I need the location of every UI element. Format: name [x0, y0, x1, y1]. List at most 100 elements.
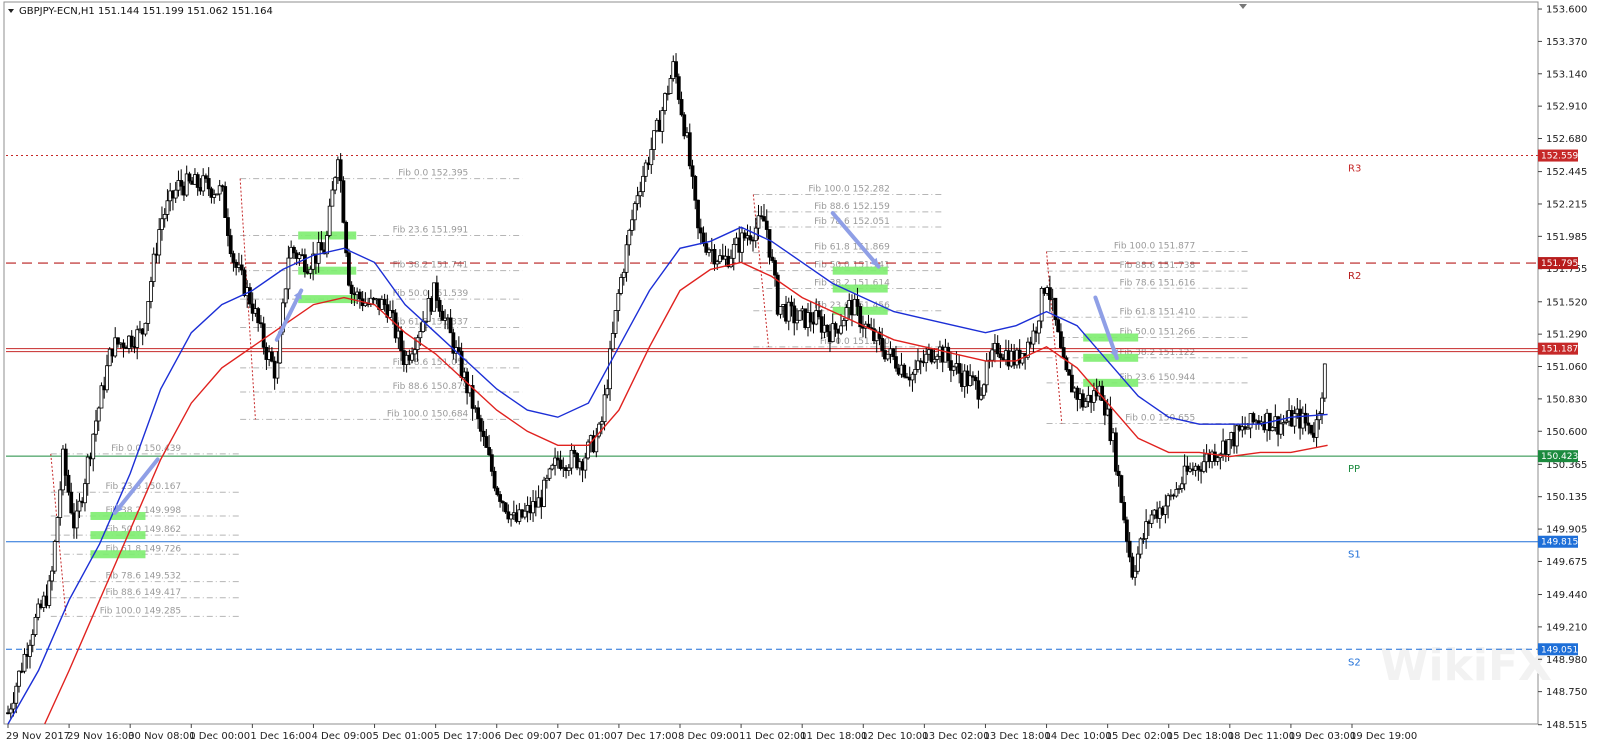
candle-body [173, 189, 178, 199]
candle-body [1127, 540, 1132, 558]
candle-body [762, 216, 766, 222]
candle-body [330, 189, 335, 207]
candle-body [608, 348, 612, 390]
candle-body [1122, 502, 1127, 521]
candle-body [415, 337, 420, 350]
price-tag-label: 149.051 [1541, 645, 1578, 655]
candle-body [698, 227, 703, 234]
candle-body [151, 253, 156, 282]
candle-body [693, 176, 698, 201]
x-tick-label: 5 Dec 17:00 [434, 731, 495, 742]
candle-body [149, 281, 153, 302]
candle-body [418, 331, 423, 339]
candle-body [995, 342, 1000, 355]
candle-body [1116, 470, 1121, 476]
candle-body [509, 514, 513, 520]
candle-body [1309, 424, 1313, 434]
candle-body [946, 346, 951, 362]
candle-body [1320, 397, 1324, 414]
fib-level-label: Fib 88.6 150.879 [393, 382, 469, 392]
y-tick-label: 152.680 [1546, 134, 1587, 145]
candle-body [8, 708, 13, 714]
x-tick-label: 30 Nov 08:00 [128, 731, 195, 742]
candle-body [1270, 427, 1275, 432]
candle-body [547, 468, 552, 479]
y-tick-label: 148.515 [1546, 720, 1587, 731]
candle-body [228, 235, 233, 255]
candle-body [1174, 488, 1179, 497]
x-tick-label: 15 Dec 02:00 [1106, 731, 1173, 742]
candle-body [129, 335, 134, 347]
candle-body [770, 256, 775, 261]
candle-body [399, 330, 404, 352]
candle-body [52, 541, 57, 572]
fib-level-label: Fib 100.0 150.684 [387, 409, 469, 419]
fib-level-label: Fib 61.8 151.869 [814, 243, 890, 253]
candle-body [239, 264, 244, 271]
candle-body [630, 219, 634, 231]
candle-body [476, 407, 480, 419]
candle-body [283, 288, 288, 304]
candle-body [333, 177, 338, 191]
candle-body [1113, 432, 1118, 472]
candle-body [357, 291, 362, 300]
candle-body [1226, 439, 1231, 455]
candle-body [503, 502, 508, 513]
candle-body [498, 494, 502, 502]
candle-body [542, 479, 546, 507]
candle-body [731, 243, 736, 259]
candle-body [69, 491, 74, 514]
candle-body [28, 644, 32, 657]
candle-body [817, 310, 821, 318]
y-tick-label: 151.520 [1546, 297, 1587, 308]
candle-body [990, 349, 995, 361]
candle-body [558, 459, 563, 469]
candle-body [382, 299, 387, 306]
candle-body [789, 301, 794, 307]
fib-level-label: Fib 38.2 151.741 [393, 261, 469, 271]
candle-body [621, 271, 626, 278]
candle-body [1133, 570, 1138, 578]
candle-body [437, 300, 442, 312]
candle-body [96, 407, 101, 422]
candle-body [522, 510, 527, 518]
fib-level-label: Fib 88.6 149.417 [105, 588, 181, 598]
candle-body [187, 173, 192, 182]
candle-body [231, 253, 236, 263]
fib-level-label: Fib 0.0 150.439 [111, 444, 181, 454]
candle-body [841, 320, 846, 327]
pivot-label: R2 [1348, 271, 1361, 282]
candle-body [47, 580, 52, 606]
price-tag-label: 150.423 [1541, 452, 1578, 462]
pivot-label: S2 [1348, 657, 1361, 668]
candle-body [632, 203, 637, 221]
candle-body [627, 229, 632, 246]
candle-body [1138, 538, 1143, 555]
candle [542, 476, 546, 508]
candle-body [998, 353, 1003, 359]
x-tick-label: 12 Dec 10:00 [861, 731, 928, 742]
candlestick-chart[interactable]: GBPJPY-ECN,H1 151.144 151.199 151.062 15… [0, 0, 1600, 744]
fib-level-label: Fib 78.6 149.532 [105, 572, 181, 582]
candle-body [94, 420, 98, 435]
candle-body [1179, 483, 1184, 489]
candle-body [434, 282, 439, 301]
candle-body [635, 195, 640, 205]
fib-level-label: Fib 78.6 152.051 [814, 217, 890, 227]
y-tick-label: 153.370 [1546, 37, 1587, 48]
y-tick-label: 149.440 [1546, 590, 1587, 601]
candle-body [652, 130, 656, 150]
candle-body [223, 186, 228, 218]
candle-body [143, 322, 148, 335]
candle-body [55, 517, 60, 542]
candle-body [275, 362, 280, 379]
x-tick-label: 11 Dec 18:00 [800, 731, 867, 742]
candle-body [22, 653, 27, 672]
candle [797, 310, 802, 321]
candle-body [1292, 413, 1297, 427]
x-tick-label: 14 Dec 10:00 [1045, 731, 1112, 742]
x-tick-label: 19 Dec 03:00 [1289, 731, 1356, 742]
candle-body [492, 470, 497, 489]
x-tick-label: 18 Dec 11:00 [1228, 731, 1295, 742]
x-tick-label: 13 Dec 02:00 [922, 731, 989, 742]
